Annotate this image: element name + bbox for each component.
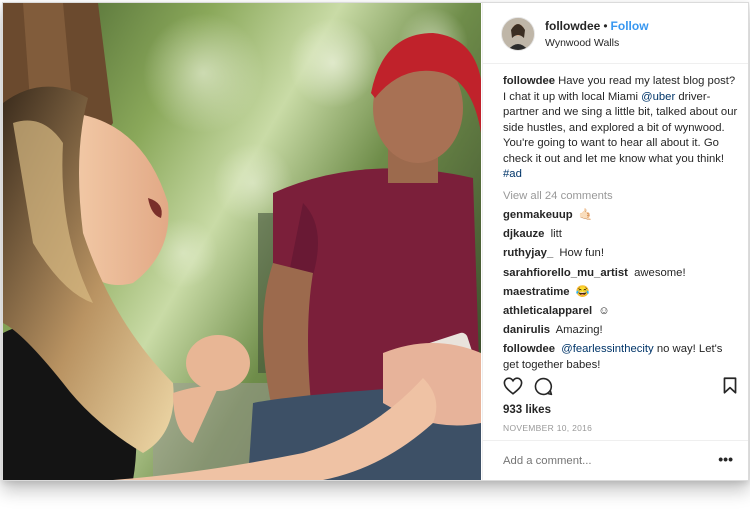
post-photo[interactable] xyxy=(3,3,481,480)
caption-mention[interactable]: @uber xyxy=(641,91,675,103)
likes-count[interactable]: 933 likes xyxy=(503,404,551,416)
heart-icon[interactable] xyxy=(503,377,523,400)
comment-item: ruthyjay_ How fun! xyxy=(503,246,738,262)
caption-hashtag[interactable]: #ad xyxy=(503,168,522,180)
avatar[interactable] xyxy=(501,17,535,51)
comment-text: 😂 xyxy=(575,285,590,298)
comment-item: danirulis Amazing! xyxy=(503,323,738,339)
comment-username[interactable]: ruthyjay_ xyxy=(503,247,553,259)
post-side-panel: followdee • Follow Wynwood Walls followdee… xyxy=(482,3,748,480)
comment-username[interactable]: danirulis xyxy=(503,324,550,336)
more-options-button[interactable]: ••• xyxy=(718,451,733,467)
comment-text: How fun! xyxy=(559,247,604,260)
follow-button[interactable]: Follow xyxy=(611,19,649,33)
comment-text: awesome! xyxy=(634,266,686,279)
header-line: followdee • Follow xyxy=(545,19,649,33)
instagram-post-card: followdee • Follow Wynwood Walls followdee… xyxy=(2,2,749,481)
post-photo-illustration xyxy=(3,3,481,480)
comment-item: sarahfiorello_mu_artist awesome! xyxy=(503,266,738,282)
comment-username[interactable]: genmakeuup xyxy=(503,209,573,221)
bookmark-icon-svg xyxy=(723,377,737,394)
comment-username[interactable]: djkauze xyxy=(503,228,544,240)
comment-text: Amazing! xyxy=(555,324,603,337)
add-comment-input[interactable] xyxy=(503,455,703,467)
comment-item: genmakeuup 🤙🏻 xyxy=(503,208,738,224)
comment-icon[interactable] xyxy=(534,377,553,401)
post-date: NOVEMBER 10, 2016 xyxy=(503,423,593,433)
view-all-comments-link[interactable]: View all 24 comments xyxy=(503,189,738,205)
bookmark-icon[interactable] xyxy=(723,377,737,399)
comment-item: maestratime 😂 xyxy=(503,285,738,301)
caption: followdee Have you read my latest blog po… xyxy=(503,74,738,183)
post-location[interactable]: Wynwood Walls xyxy=(545,37,619,49)
caption-username[interactable]: followdee xyxy=(503,75,555,87)
post-header: followdee • Follow Wynwood Walls xyxy=(483,3,748,64)
comment-text: litt xyxy=(550,228,562,241)
post-username[interactable]: followdee xyxy=(545,19,600,33)
avatar-illustration xyxy=(502,18,534,50)
comment-username[interactable]: athleticalapparel xyxy=(503,305,592,317)
comments-section: followdee Have you read my latest blog po… xyxy=(503,74,738,377)
comment-username[interactable]: maestratime xyxy=(503,286,570,298)
reply-mention[interactable]: @fearlessinthecity xyxy=(561,343,653,355)
separator-dot: • xyxy=(603,19,608,33)
comment-text: ☺ xyxy=(598,304,610,317)
heart-icon-svg xyxy=(503,377,523,395)
comment-item: djkauze litt xyxy=(503,227,738,243)
comment-icon-svg xyxy=(534,377,553,396)
reply-comment: followdee @fearlessinthecity no way! Let… xyxy=(503,342,738,373)
reply-username[interactable]: followdee xyxy=(503,343,555,355)
action-bar xyxy=(503,377,737,401)
add-comment-bar: ••• xyxy=(483,440,748,480)
comment-text: 🤙🏻 xyxy=(578,209,593,221)
comment-item: athleticalapparel ☺ xyxy=(503,304,738,320)
comment-username[interactable]: sarahfiorello_mu_artist xyxy=(503,267,628,279)
